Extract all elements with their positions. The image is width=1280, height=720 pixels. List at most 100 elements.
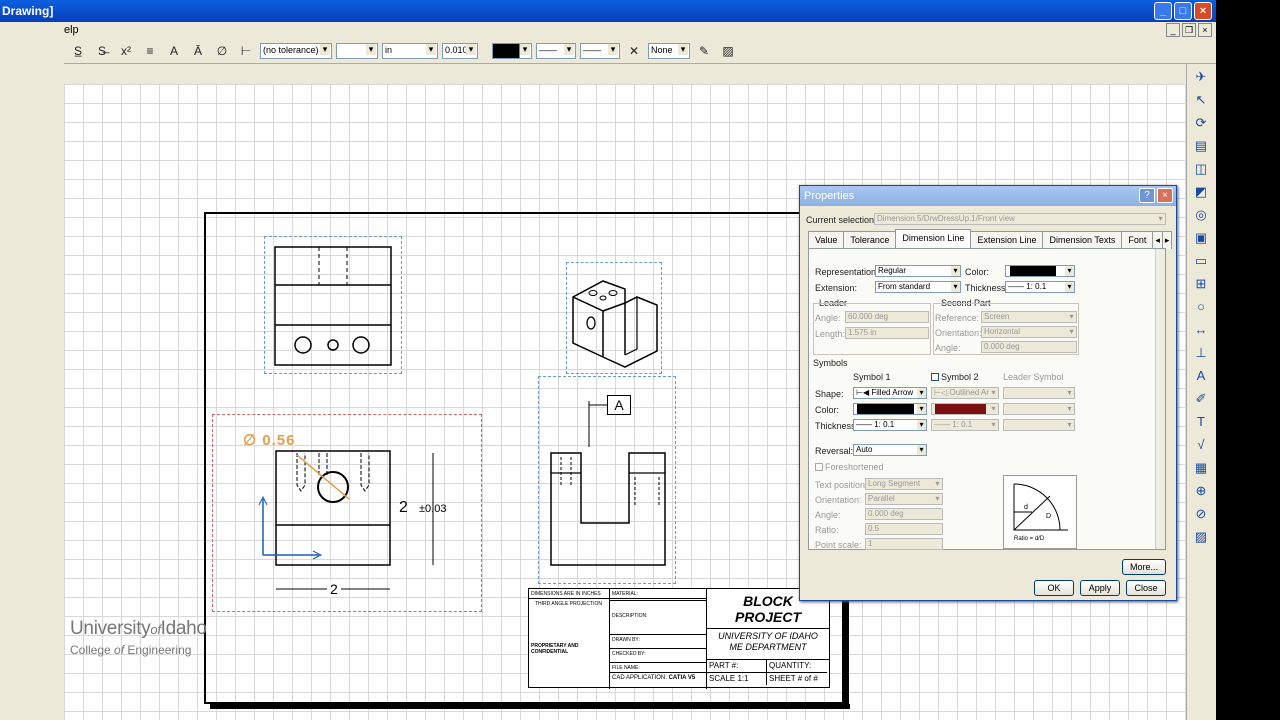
datum-label[interactable]: A (607, 395, 631, 415)
apply-button[interactable]: Apply (1080, 580, 1120, 596)
tab-scroll-right-icon[interactable]: ▸ (1161, 231, 1173, 249)
foreshortened-checkbox[interactable]: Foreshortened (815, 462, 884, 472)
color-select[interactable] (492, 42, 532, 59)
pattern-select[interactable]: None (648, 42, 690, 59)
representation-label: Representation: (815, 267, 879, 277)
leader-color-select[interactable] (1003, 403, 1075, 415)
frame-icon[interactable]: A (164, 41, 184, 61)
align-icon[interactable]: ≡ (140, 41, 160, 61)
thickness-select[interactable]: —— (580, 42, 620, 59)
shape2-select[interactable]: ⊢◁ Outlined Arrow (931, 387, 999, 399)
tab-dimension-line[interactable]: Dimension Line (895, 229, 972, 249)
thickness-select[interactable]: —— 1: 0.1 (1005, 281, 1075, 293)
tab-tolerance[interactable]: Tolerance (843, 231, 897, 249)
shape1-select[interactable]: ⊢◀ Filled Arrow (853, 387, 927, 399)
orientation-select[interactable]: Horizontal (981, 326, 1077, 338)
leader-angle-field[interactable]: 60.000 deg (845, 311, 929, 323)
front-view[interactable]: ∅ 0.56 2 ±0.03 2 (212, 414, 482, 612)
doc-minimize-button[interactable]: _ (1166, 23, 1180, 37)
dimension-type-icon[interactable]: ⊢ (236, 41, 256, 61)
dimension-icon[interactable]: ↔ (1191, 320, 1211, 340)
generate-icon[interactable]: ⊞ (1191, 274, 1211, 294)
reference-select[interactable]: Screen (981, 311, 1077, 323)
cursor-icon[interactable]: ↖ (1191, 90, 1211, 110)
update-icon[interactable]: ⟳ (1191, 113, 1211, 133)
minimize-button[interactable]: _ (1154, 2, 1172, 20)
point-scale-label: Point scale: (815, 540, 862, 550)
second-angle-field[interactable]: 0.000 deg (981, 341, 1077, 353)
top-view[interactable] (264, 236, 402, 374)
annotation-icon[interactable]: ✐ (1191, 389, 1211, 409)
text-position-select[interactable]: Long Segment (865, 478, 943, 490)
menu-help[interactable]: elp (64, 24, 79, 36)
detail-icon[interactable]: ◎ (1191, 205, 1211, 225)
current-selection-field[interactable]: Dimension.5/DrwDressUp.1/Front view (874, 213, 1166, 225)
third-angle: THIRD ANGLE PROJECTION (535, 601, 602, 607)
diameter-dimension[interactable]: ∅ 0.56 (243, 431, 295, 449)
leader-thickness-select[interactable] (1003, 419, 1075, 431)
doc-restore-button[interactable]: ❐ (1182, 23, 1196, 37)
diameter-symbol-icon[interactable]: ∅ (212, 41, 232, 61)
angle3-field[interactable]: 0.000 deg (865, 508, 943, 520)
hatch2-icon[interactable]: ▨ (1191, 527, 1211, 547)
more-button[interactable]: More... (1122, 559, 1166, 575)
views-icon[interactable]: ◫ (1191, 159, 1211, 179)
table-icon[interactable]: ▦ (1191, 458, 1211, 478)
line-color-select[interactable] (1005, 265, 1075, 277)
isometric-view[interactable] (566, 262, 662, 374)
maximize-button[interactable]: □ (1174, 2, 1192, 20)
symbol2-checkbox[interactable]: Symbol 2 (931, 372, 979, 382)
unit-select[interactable]: in (382, 42, 438, 59)
panel-scrollbar[interactable] (1155, 249, 1165, 549)
painter-icon[interactable]: ✎ (694, 41, 714, 61)
height-dimension[interactable]: 2 (399, 499, 408, 517)
type-icon[interactable]: T (1191, 412, 1211, 432)
side-view[interactable]: A (538, 376, 676, 584)
close-button[interactable]: Close (1126, 580, 1166, 596)
linetype-select[interactable]: —— (536, 42, 576, 59)
symbol2-thickness-select[interactable]: —— 1: 0.1 (931, 419, 999, 431)
sheet-icon[interactable]: ▤ (1191, 136, 1211, 156)
symbol2-color-select[interactable] (931, 403, 999, 415)
rect-icon[interactable]: ▭ (1191, 251, 1211, 271)
text-frame-icon[interactable]: Ā (188, 41, 208, 61)
ok-button[interactable]: OK (1034, 580, 1074, 596)
second-angle-label: Angle: (935, 343, 961, 353)
axis-icon[interactable]: ⊕ (1191, 481, 1211, 501)
reversal-select[interactable]: Auto (853, 444, 927, 456)
help-button[interactable]: ? (1139, 188, 1155, 203)
clip-icon[interactable]: ▣ (1191, 228, 1211, 248)
orientation2-select[interactable]: Parallel (865, 493, 943, 505)
precision-select[interactable]: 0.010 (442, 42, 478, 59)
dialog-close-icon[interactable]: × (1157, 188, 1173, 203)
thread-icon[interactable]: ⊘ (1191, 504, 1211, 524)
tolerance-value-select[interactable] (336, 42, 378, 59)
roughness-icon[interactable]: √ (1191, 435, 1211, 455)
tab-dimension-texts[interactable]: Dimension Texts (1042, 231, 1123, 249)
hatch-icon[interactable]: ▨ (718, 41, 738, 61)
point-scale-field[interactable]: 1 (865, 538, 943, 550)
superscript-icon[interactable]: x² (116, 41, 136, 61)
tab-value[interactable]: Value (808, 231, 845, 249)
doc-close-button[interactable]: × (1198, 23, 1212, 37)
text-icon[interactable]: A (1191, 366, 1211, 386)
tab-extension-line[interactable]: Extension Line (970, 231, 1044, 249)
leader-length-field[interactable]: 1.575 in (845, 327, 929, 339)
circle-icon[interactable]: ○ (1191, 297, 1211, 317)
symbol1-thickness-select[interactable]: —— 1: 0.1 (853, 419, 927, 431)
representation-select[interactable]: Regular (875, 265, 961, 277)
underline-icon[interactable]: S̲ (68, 41, 88, 61)
pattern-clear-icon[interactable]: ✕ (624, 41, 644, 61)
tab-font[interactable]: Font (1121, 231, 1154, 249)
leader-shape-select[interactable] (1003, 387, 1075, 399)
tolerance-icon[interactable]: ⊥ (1191, 343, 1211, 363)
extension-select[interactable]: From standard (875, 281, 961, 293)
width-dimension[interactable]: 2 (327, 581, 341, 597)
close-window-button[interactable]: × (1194, 2, 1212, 20)
view-icon[interactable]: ✈ (1191, 67, 1211, 87)
tolerance-select[interactable]: (no tolerance) (260, 42, 332, 59)
ratio-field[interactable]: 0.5 (865, 523, 943, 535)
strikethrough-icon[interactable]: S̶ (92, 41, 112, 61)
section-icon[interactable]: ◩ (1191, 182, 1211, 202)
symbol1-color-select[interactable] (853, 403, 927, 415)
